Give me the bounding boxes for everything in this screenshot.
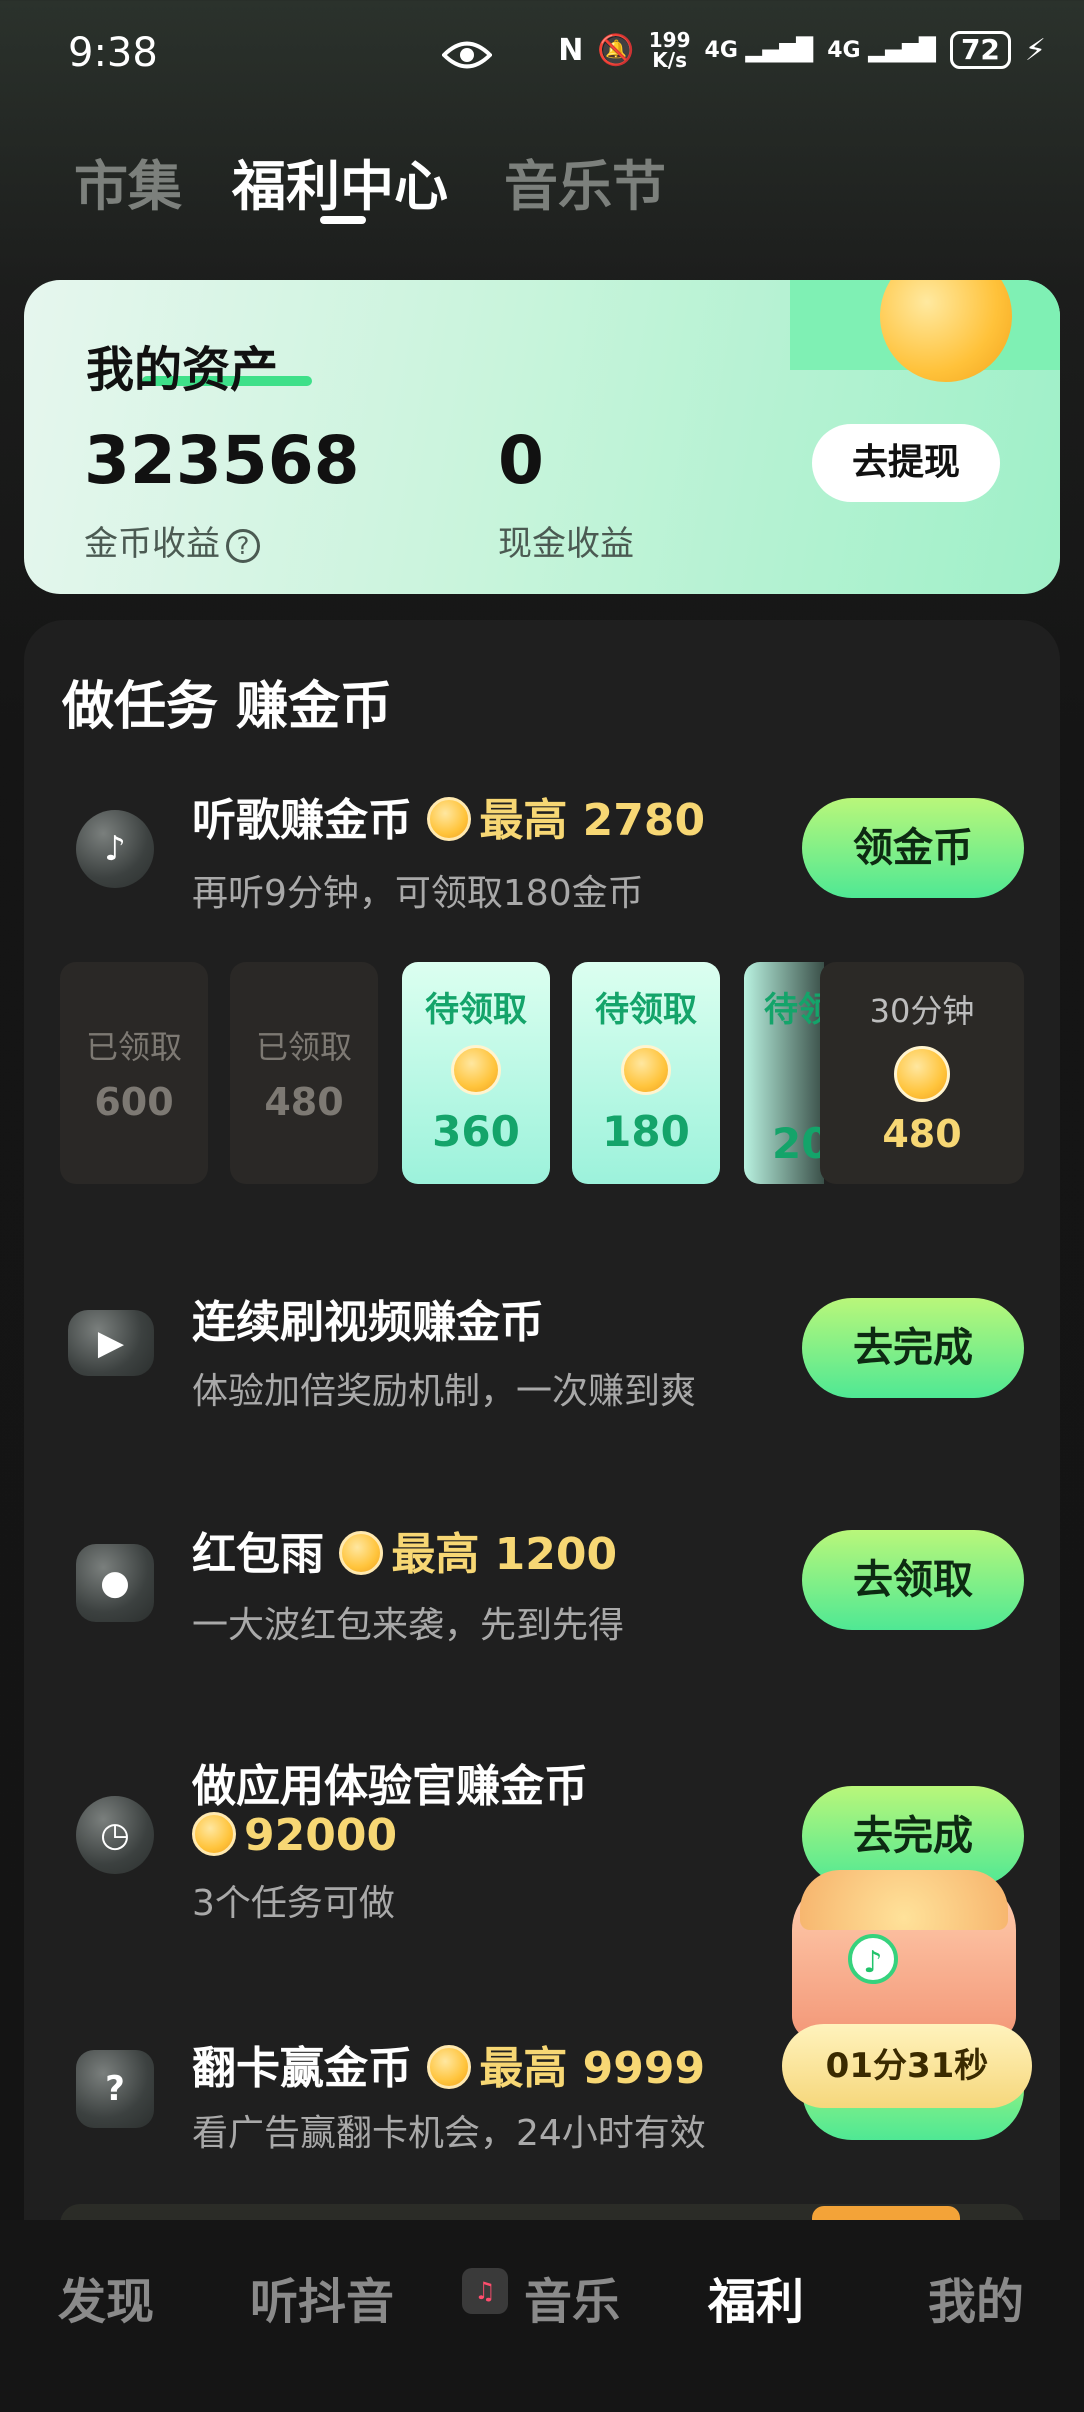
coins-label: 金币收益 bbox=[84, 524, 220, 564]
chest-timer[interactable]: 01分31秒 bbox=[782, 2024, 1032, 2108]
asset-title: 我的资产 bbox=[86, 342, 279, 398]
tab-market[interactable]: 市集 bbox=[74, 142, 182, 221]
chest-lid bbox=[800, 1870, 1008, 1930]
net-speed: 199 K/s bbox=[649, 30, 691, 70]
claim-coins-button[interactable]: 领金币 bbox=[802, 798, 1024, 898]
reward-slot-value: 600 bbox=[94, 1080, 174, 1124]
task-subtitle: 3个任务可做 bbox=[192, 1883, 395, 1924]
reward-slot[interactable]: 待领 20 bbox=[744, 962, 824, 1184]
signal-icon-2: 4G ▂▄▆█ bbox=[827, 37, 936, 63]
coin-icon bbox=[192, 1812, 236, 1856]
asset-card: 我的资产 323568 金币收益? 0 现金收益 去提现 bbox=[24, 280, 1060, 594]
coins-value: 323568 bbox=[84, 422, 360, 499]
nav-music[interactable]: 音乐 bbox=[524, 2262, 620, 2332]
task-title: 连续刷视频赚金币 bbox=[192, 1297, 544, 1348]
task-title: 做应用体验官赚金币 bbox=[192, 1761, 588, 1812]
charging-icon: ⚡ bbox=[1024, 32, 1046, 68]
red-envelope-icon: ● bbox=[76, 1544, 154, 1622]
net-speed-unit: K/s bbox=[652, 48, 687, 72]
status-time: 9:38 bbox=[68, 30, 158, 76]
nav-me[interactable]: 我的 bbox=[928, 2262, 1024, 2332]
complete-button[interactable]: 去完成 bbox=[802, 1298, 1024, 1398]
video-camera-icon: ▶ bbox=[68, 1310, 154, 1376]
task-highlight: 92000 bbox=[244, 1810, 398, 1861]
coin-icon bbox=[427, 2045, 472, 2089]
reward-final-label: 30分钟 bbox=[869, 992, 975, 1030]
reward-slot: 已领取 480 bbox=[230, 962, 378, 1184]
clock-icon: ◷ bbox=[76, 1796, 154, 1874]
task-title-text: 翻卡赢金币 bbox=[192, 2043, 412, 2094]
question-card-icon: ? bbox=[76, 2050, 154, 2128]
withdraw-button[interactable]: 去提现 bbox=[812, 424, 1000, 502]
task-subtitle: 再听9分钟，可领取180金币 bbox=[192, 873, 644, 914]
help-icon[interactable]: ? bbox=[226, 528, 260, 563]
reward-slot-value: 480 bbox=[264, 1080, 344, 1124]
task-title-text: 红包雨 bbox=[192, 1529, 324, 1580]
signal-icon: 4G ▂▄▆█ bbox=[704, 37, 814, 63]
cash-label: 现金收益 bbox=[498, 524, 634, 564]
reward-slot[interactable]: 待领取 180 bbox=[572, 962, 720, 1184]
claim-button[interactable]: 去领取 bbox=[802, 1530, 1024, 1630]
reward-final-slot: 30分钟 480 bbox=[820, 962, 1024, 1184]
reward-slot[interactable]: 待领取 360 bbox=[402, 962, 550, 1184]
gold-coin-icon bbox=[861, 280, 1031, 401]
reward-final-value: 480 bbox=[882, 1112, 962, 1156]
reward-slot: 已领取 600 bbox=[60, 962, 208, 1184]
coin-icon bbox=[339, 1531, 384, 1575]
reward-slot-value: 360 bbox=[432, 1107, 520, 1156]
nav-listen-douyin[interactable]: 听抖音 bbox=[250, 2262, 394, 2332]
cash-value: 0 bbox=[498, 422, 544, 499]
task-highlight: 最高 2780 bbox=[479, 795, 706, 846]
reward-slot-value: 20 bbox=[772, 1119, 824, 1168]
eye-icon bbox=[441, 38, 493, 76]
reward-slot-status: 待领取 bbox=[595, 990, 697, 1030]
task-subtitle: 看广告赢翻卡机会，24小时有效 bbox=[192, 2113, 706, 2154]
coins-label-wrap: 金币收益? bbox=[84, 516, 260, 565]
signal-label-1: 4G bbox=[704, 37, 738, 63]
mute-bell-icon: 🔕 bbox=[597, 32, 635, 68]
battery-icon: 72 bbox=[949, 31, 1011, 69]
reward-slot-status: 待领取 bbox=[425, 990, 527, 1030]
task-panel-title: 做任务 赚金币 bbox=[62, 677, 393, 737]
task-highlight: 最高 9999 bbox=[479, 2043, 706, 2094]
music-app-icon: ♫ bbox=[462, 2268, 508, 2314]
music-badge-icon: ♪ bbox=[848, 1934, 898, 1984]
task-highlight: 最高 1200 bbox=[391, 1529, 618, 1580]
coin-icon bbox=[451, 1045, 501, 1095]
tab-music-festival[interactable]: 音乐节 bbox=[504, 142, 666, 221]
task-title: 红包雨 最高 1200 bbox=[192, 1518, 617, 1582]
task-highlight-row: 92000 bbox=[192, 1810, 397, 1861]
net-speed-value: 199 bbox=[648, 28, 691, 52]
reward-slot-status: 已领取 bbox=[255, 1028, 352, 1066]
coin-stack-icon bbox=[894, 1046, 950, 1102]
signal-label-2: 4G bbox=[827, 37, 861, 63]
task-title-text: 听歌赚金币 bbox=[192, 795, 412, 846]
tab-welfare-center[interactable]: 福利中心 bbox=[232, 142, 448, 221]
coin-icon bbox=[427, 797, 472, 841]
reward-slot-status: 待领 bbox=[764, 990, 824, 1030]
nav-welfare[interactable]: 福利 bbox=[708, 2262, 804, 2332]
status-icons: N 🔕 199 K/s 4G ▂▄▆█ 4G ▂▄▆█ 72 ⚡ bbox=[558, 30, 1046, 70]
task-subtitle: 体验加倍奖励机制，一次赚到爽 bbox=[192, 1371, 697, 1412]
nfc-icon: N bbox=[558, 32, 584, 68]
task-title: 翻卡赢金币 最高 9999 bbox=[192, 2032, 705, 2096]
nav-discover[interactable]: 发现 bbox=[58, 2262, 154, 2332]
tab-indicator bbox=[320, 216, 366, 224]
reward-slot-status: 已领取 bbox=[85, 1028, 182, 1066]
task-title: 听歌赚金币 最高 2780 bbox=[192, 784, 705, 848]
coin-icon bbox=[621, 1045, 671, 1095]
music-note-icon: ♪ bbox=[76, 810, 154, 888]
task-subtitle: 一大波红包来袭，先到先得 bbox=[192, 1605, 625, 1646]
reward-slot-value: 180 bbox=[602, 1107, 690, 1156]
